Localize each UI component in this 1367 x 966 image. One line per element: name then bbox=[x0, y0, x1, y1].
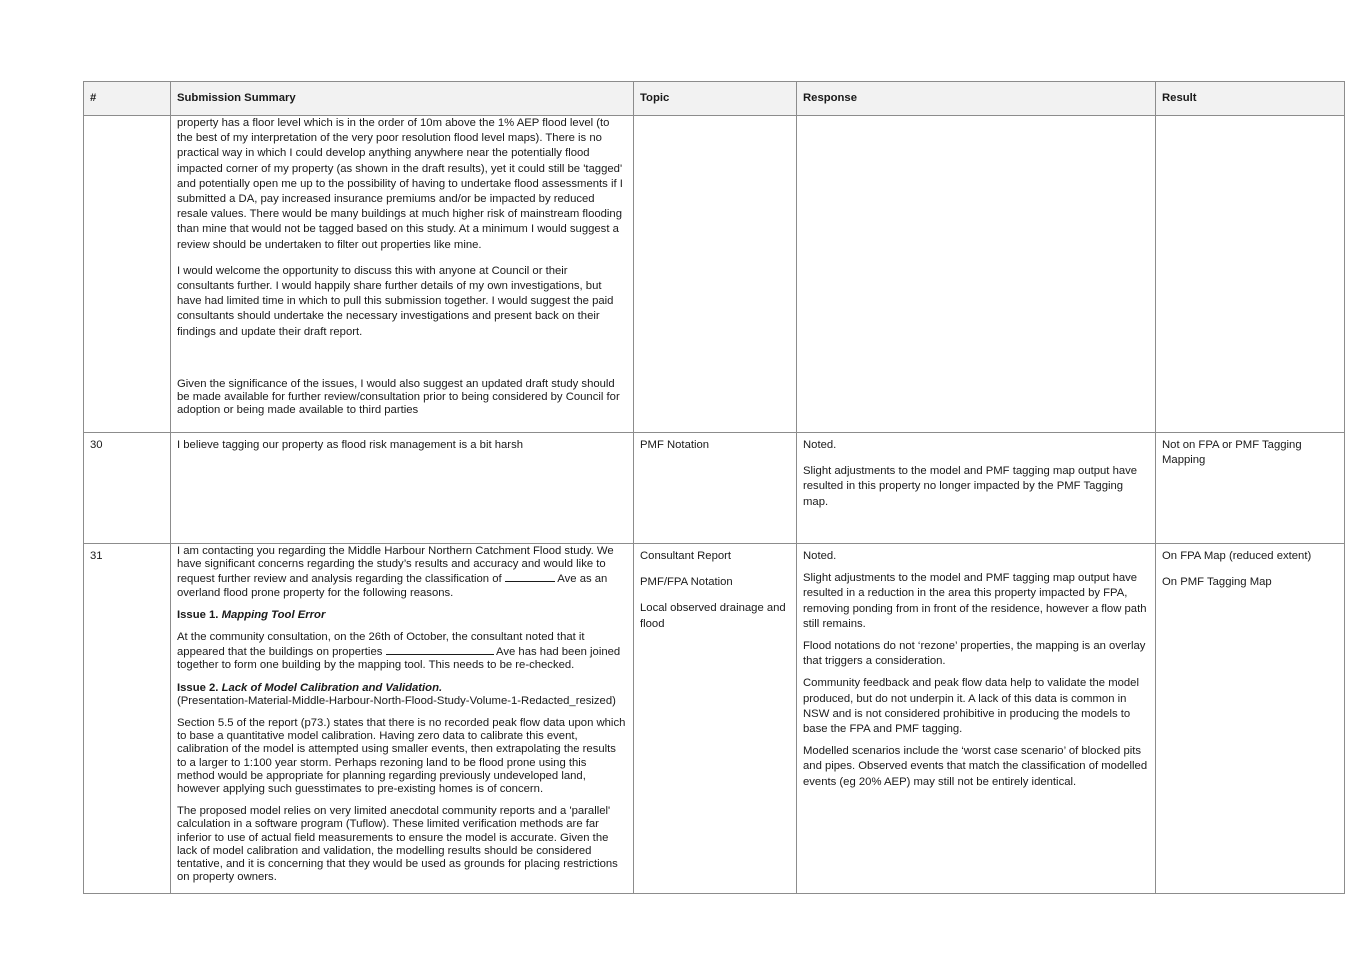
topic-item: Consultant Report bbox=[640, 550, 732, 562]
issue-reference: (Presentation-Material-Middle-Harbour-No… bbox=[177, 694, 616, 707]
summary-paragraph: Given the significance of the issues, I … bbox=[177, 377, 620, 417]
cell-summary: I believe tagging our property as flood … bbox=[170, 432, 634, 544]
header-result: Result bbox=[1155, 81, 1345, 116]
table-row-continued: property has a floor level which is in t… bbox=[83, 115, 1345, 433]
response-paragraph: Noted. bbox=[803, 439, 837, 451]
cell-number bbox=[83, 115, 171, 433]
result-item: On PMF Tagging Map bbox=[1162, 576, 1272, 589]
issue-heading: Issue 2. Lack of Model Calibration and V… bbox=[177, 682, 627, 708]
cell-summary: property has a floor level which is in t… bbox=[170, 115, 634, 433]
cell-summary: I am contacting you regarding the Middle… bbox=[170, 542, 634, 895]
response-paragraph: Slight adjustments to the model and PMF … bbox=[803, 572, 1147, 630]
header-number: # bbox=[83, 81, 171, 116]
table-row: 31 I am contacting you regarding the Mid… bbox=[83, 542, 1345, 895]
response-paragraph: Flood notations do not ‘rezone’ properti… bbox=[803, 640, 1146, 668]
issue-title: Mapping Tool Error bbox=[221, 608, 326, 621]
summary-paragraph: At the community consultation, on the 26… bbox=[177, 631, 627, 673]
submissions-table: # Submission Summary Topic Response Resu… bbox=[83, 81, 1345, 895]
issue-heading: Issue 1. Mapping Tool Error bbox=[177, 609, 627, 622]
issue-label: Issue 2. bbox=[177, 681, 222, 694]
cell-response bbox=[796, 115, 1156, 433]
result-item: On FPA Map (reduced extent) bbox=[1162, 550, 1312, 562]
table-header-row: # Submission Summary Topic Response Resu… bbox=[83, 81, 1345, 116]
cell-number: 31 bbox=[83, 542, 171, 895]
header-topic: Topic bbox=[633, 81, 797, 116]
redacted-blank bbox=[504, 571, 555, 583]
cell-response: Noted. Slight adjustments to the model a… bbox=[796, 432, 1156, 544]
header-submission-summary: Submission Summary bbox=[170, 81, 634, 116]
issue-label: Issue 1. bbox=[177, 608, 222, 621]
summary-paragraph: Section 5.5 of the report (p73.) states … bbox=[177, 717, 626, 796]
cell-result: On FPA Map (reduced extent) On PMF Taggi… bbox=[1155, 542, 1345, 895]
summary-paragraph: I would welcome the opportunity to discu… bbox=[177, 264, 614, 338]
summary-paragraph: The proposed model relies on very limite… bbox=[177, 805, 618, 884]
cell-topic: PMF Notation bbox=[633, 432, 797, 544]
cell-response: Noted. Slight adjustments to the model a… bbox=[796, 542, 1156, 895]
redacted-blank bbox=[385, 644, 494, 656]
header-response: Response bbox=[796, 81, 1156, 116]
cell-topic: Consultant Report PMF/FPA Notation Local… bbox=[633, 542, 797, 895]
response-paragraph: Community feedback and peak flow data he… bbox=[803, 677, 1139, 736]
response-paragraph: Slight adjustments to the model and PMF … bbox=[803, 465, 1138, 508]
cell-number: 30 bbox=[83, 432, 171, 544]
summary-paragraph: property has a floor level which is in t… bbox=[177, 117, 623, 251]
summary-paragraph: I am contacting you regarding the Middle… bbox=[177, 545, 627, 600]
response-paragraph: Modelled scenarios include the ‘worst ca… bbox=[803, 745, 1148, 788]
table-row: 30 I believe tagging our property as flo… bbox=[83, 432, 1345, 544]
cell-result bbox=[1155, 115, 1345, 433]
topic-item: Local observed drainage and flood bbox=[640, 602, 786, 630]
issue-title: Lack of Model Calibration and Validation… bbox=[221, 681, 443, 694]
topic-item: PMF/FPA Notation bbox=[640, 576, 733, 589]
response-paragraph: Noted. bbox=[803, 550, 837, 562]
cell-topic bbox=[633, 115, 797, 433]
cell-result: Not on FPA or PMF Tagging Mapping bbox=[1155, 432, 1345, 544]
